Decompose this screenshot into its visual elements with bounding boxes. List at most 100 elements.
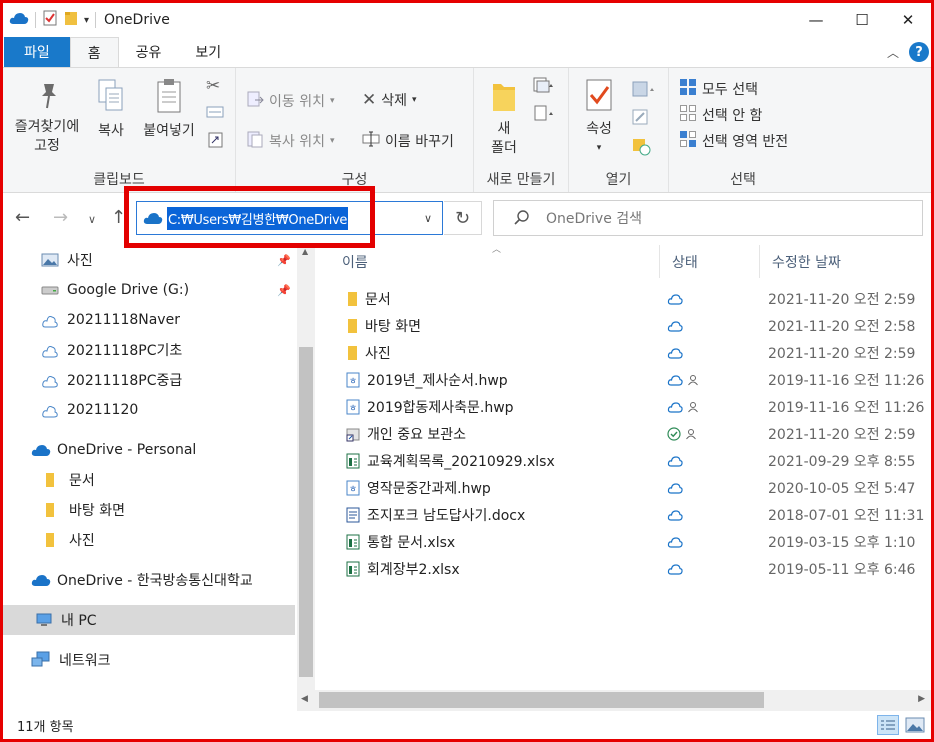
- table-row[interactable]: 교육계획목록_20210929.xlsx 2021-09-29 오후 8:55: [340, 447, 930, 474]
- scroll-left-icon[interactable]: ◀: [301, 694, 308, 704]
- easy-access-icon[interactable]: [532, 104, 556, 126]
- sidebar-item-20211118pc-basic[interactable]: 20211118PC기초: [3, 335, 295, 365]
- properties-button[interactable]: 속성 ▾: [581, 78, 617, 158]
- delete-x-icon: ✕: [362, 90, 377, 110]
- refresh-button[interactable]: ↻: [444, 201, 482, 235]
- sidebar-item-desktop[interactable]: 바탕 화면: [3, 495, 295, 525]
- tab-view[interactable]: 보기: [178, 37, 238, 67]
- sidebar-item-google-drive[interactable]: Google Drive (G:) 📌: [3, 275, 295, 305]
- customize-qa-dropdown[interactable]: ▾: [84, 15, 89, 26]
- pin-label-1: 즐겨찾기에: [14, 119, 80, 135]
- pin-small-icon[interactable]: 📌: [277, 284, 291, 297]
- sidebar-item-pictures-pinned[interactable]: 사진 📌: [3, 245, 295, 275]
- column-name[interactable]: 이름: [330, 245, 660, 278]
- sidebar-item-onedrive-knou[interactable]: OneDrive - 한국방송통신대학교: [3, 565, 295, 595]
- large-icons-view-icon[interactable]: [905, 717, 925, 733]
- forward-arrow-icon[interactable]: →: [53, 207, 68, 228]
- file-date: 2019-05-11 오후 6:46: [768, 561, 916, 578]
- maximize-button[interactable]: ☐: [839, 3, 885, 37]
- sidebar-item-20211120[interactable]: 20211120: [3, 395, 295, 425]
- copy-button[interactable]: 복사: [91, 76, 131, 141]
- sidebar-item-documents[interactable]: 문서: [3, 465, 295, 495]
- recent-locations-chevron-icon[interactable]: ∨: [88, 213, 96, 226]
- tab-file[interactable]: 파일: [4, 37, 70, 67]
- file-date: 2021-11-20 오전 2:59: [768, 291, 916, 308]
- scroll-up-icon[interactable]: ▲: [302, 247, 308, 256]
- minimize-button[interactable]: —: [793, 3, 839, 37]
- back-arrow-icon[interactable]: ←: [15, 207, 30, 228]
- copy-to-button[interactable]: 복사 위치 ▾: [246, 130, 335, 152]
- sidebar-item-label: 20211118Naver: [67, 312, 180, 328]
- rename-label: 이름 바꾸기: [385, 134, 454, 150]
- paste-shortcut-icon[interactable]: [208, 130, 224, 152]
- sidebar-item-this-pc[interactable]: 내 PC: [3, 605, 295, 635]
- scrollbar-thumb[interactable]: [299, 347, 313, 677]
- pin-to-quick-access-button[interactable]: 즐겨찾기에 고정: [7, 80, 87, 156]
- cloud-status-icon: [667, 563, 683, 575]
- table-row[interactable]: 회계장부2.xlsx 2019-05-11 오후 6:46: [340, 555, 930, 582]
- paste-button[interactable]: 붙여넣기: [137, 76, 201, 141]
- table-row[interactable]: ㅎ 2019합동제사축문.hwp 2019-11-16 오전 11:26: [340, 393, 930, 420]
- table-row[interactable]: 사진 2021-11-20 오전 2:59: [340, 339, 930, 366]
- help-icon[interactable]: ?: [909, 42, 929, 62]
- file-name: 교육계획목록_20210929.xlsx: [367, 453, 555, 470]
- column-modified[interactable]: 수정한 날짜: [760, 245, 930, 278]
- column-status[interactable]: 상태: [660, 245, 760, 278]
- sidebar-item-network[interactable]: 네트워크: [3, 645, 295, 675]
- onedrive-cloud-icon: [31, 573, 51, 587]
- folder-icon: [45, 502, 55, 518]
- rename-button[interactable]: 이름 바꾸기: [362, 130, 454, 152]
- file-name: 개인 중요 보관소: [367, 426, 467, 443]
- select-none-button[interactable]: 선택 안 함: [679, 104, 762, 126]
- new-folder-label-2: 폴더: [491, 140, 517, 156]
- computer-icon: [35, 612, 53, 628]
- table-row[interactable]: ㅎ 2019년_제사순서.hwp 2019-11-16 오전 11:26: [340, 366, 930, 393]
- open-icon[interactable]: [631, 80, 657, 102]
- details-view-icon[interactable]: [877, 715, 899, 735]
- new-item-icon[interactable]: [532, 76, 556, 98]
- address-highlight-box: [124, 186, 375, 248]
- title-bar: ▾ OneDrive — ☐ ✕: [3, 3, 931, 37]
- edit-icon[interactable]: [631, 108, 649, 130]
- file-date: 2020-10-05 오전 5:47: [768, 480, 916, 497]
- address-dropdown-chevron-icon[interactable]: ∨: [424, 212, 432, 225]
- horizontal-scrollbar-thumb[interactable]: [319, 692, 764, 708]
- new-folder-qa-icon[interactable]: [64, 10, 78, 30]
- cut-scissors-icon[interactable]: ✂: [206, 76, 220, 96]
- invert-selection-button[interactable]: 선택 영역 반전: [679, 130, 788, 152]
- tab-share[interactable]: 공유: [119, 37, 179, 67]
- new-folder-button[interactable]: 새 폴더: [486, 78, 522, 158]
- table-row[interactable]: 바탕 화면 2021-11-20 오전 2:58: [340, 312, 930, 339]
- hwp-file-icon: ㅎ: [346, 480, 360, 496]
- sidebar-item-20211118pc-intermediate[interactable]: 20211118PC중급: [3, 365, 295, 395]
- new-group-label: 새로 만들기: [486, 172, 556, 188]
- cloud-status-icon: [667, 293, 683, 305]
- history-icon[interactable]: [631, 136, 651, 160]
- select-all-icon: [679, 78, 697, 100]
- properties-check-icon[interactable]: [42, 10, 58, 30]
- table-row[interactable]: 통합 문서.xlsx 2019-03-15 오후 1:10: [340, 528, 930, 555]
- close-button[interactable]: ✕: [885, 3, 931, 37]
- table-row[interactable]: ㅎ 영작문중간과제.hwp 2020-10-05 오전 5:47: [340, 474, 930, 501]
- move-to-button[interactable]: 이동 위치 ▾: [246, 90, 335, 112]
- delete-button[interactable]: ✕ 삭제 ▾: [362, 90, 417, 110]
- select-all-button[interactable]: 모두 선택: [679, 78, 758, 100]
- copy-path-icon[interactable]: [206, 104, 224, 124]
- table-row[interactable]: 문서 2021-11-20 오전 2:59: [340, 285, 930, 312]
- table-row[interactable]: 개인 중요 보관소 2021-11-20 오전 2:59: [340, 420, 930, 447]
- scroll-right-icon[interactable]: ▶: [918, 694, 925, 704]
- tab-home[interactable]: 홈: [69, 37, 119, 68]
- folder-icon: [346, 345, 358, 361]
- search-icon: [514, 210, 530, 226]
- search-box[interactable]: OneDrive 검색: [493, 200, 923, 236]
- sidebar-item-label: Google Drive (G:): [67, 282, 190, 298]
- sidebar-item-onedrive-personal[interactable]: OneDrive - Personal: [3, 435, 295, 465]
- sidebar-item-pictures[interactable]: 사진: [3, 525, 295, 555]
- table-row[interactable]: 조지포크 남도답사기.docx 2018-07-01 오전 11:31: [340, 501, 930, 528]
- file-list-horizontal-scrollbar[interactable]: ◀ ▶: [297, 690, 931, 711]
- sidebar-item-20211118naver[interactable]: 20211118Naver: [3, 305, 295, 335]
- collapse-ribbon-icon[interactable]: ︿: [887, 44, 899, 61]
- pin-small-icon[interactable]: 📌: [277, 254, 291, 267]
- select-group: 모두 선택 선택 안 함 선택 영역 반전 선택: [669, 68, 817, 192]
- navigation-pane-scrollbar[interactable]: ▲ ▼: [297, 245, 315, 711]
